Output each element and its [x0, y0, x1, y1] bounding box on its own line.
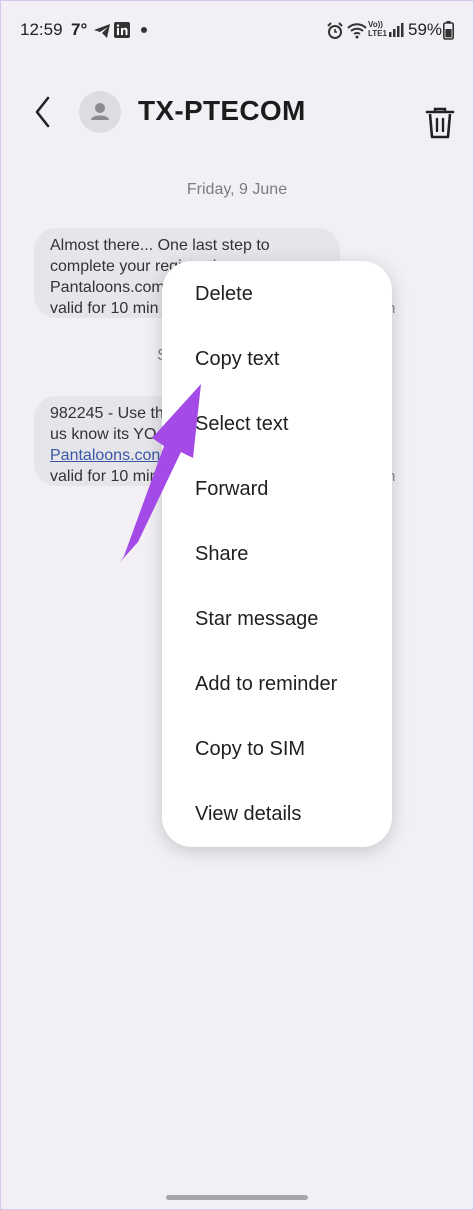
menu-item-star-message[interactable]: Star message	[195, 608, 318, 631]
message-context-menu: Delete Copy text Select text Forward Sha…	[162, 261, 392, 847]
trash-icon	[425, 107, 455, 139]
home-indicator[interactable]	[166, 1195, 308, 1200]
menu-item-select-text[interactable]: Select text	[195, 413, 288, 436]
status-temperature: 7°	[71, 20, 88, 39]
status-time: 12:59	[20, 20, 63, 39]
menu-item-copy-to-sim[interactable]: Copy to SIM	[195, 738, 305, 761]
signal-icon	[389, 23, 404, 37]
contact-name: TX-PTECOM	[138, 95, 306, 126]
menu-item-view-details[interactable]: View details	[195, 803, 301, 826]
message-line: Almost there... One last step to	[50, 237, 270, 254]
telegram-icon	[94, 24, 110, 38]
status-bar: 12:59 7° Vo)) LTE1 59%	[0, 0, 474, 62]
battery-icon	[443, 21, 454, 40]
menu-item-delete[interactable]: Delete	[195, 283, 253, 306]
delete-conversation-button[interactable]	[424, 106, 456, 140]
person-icon	[91, 103, 109, 120]
volte-icon: Vo)) LTE1	[368, 20, 387, 38]
menu-item-copy-text[interactable]: Copy text	[195, 348, 279, 371]
menu-item-add-to-reminder[interactable]: Add to reminder	[195, 673, 337, 696]
dot-icon	[141, 27, 147, 33]
wifi-icon	[347, 23, 367, 39]
battery-percent: 59%	[408, 20, 443, 39]
menu-item-share[interactable]: Share	[195, 543, 248, 566]
alarm-icon	[327, 22, 343, 39]
back-button[interactable]	[28, 94, 60, 130]
date-separator: Friday, 9 June	[186, 181, 288, 198]
avatar[interactable]	[79, 91, 121, 133]
menu-item-forward[interactable]: Forward	[195, 478, 268, 501]
linkedin-icon	[114, 22, 130, 38]
